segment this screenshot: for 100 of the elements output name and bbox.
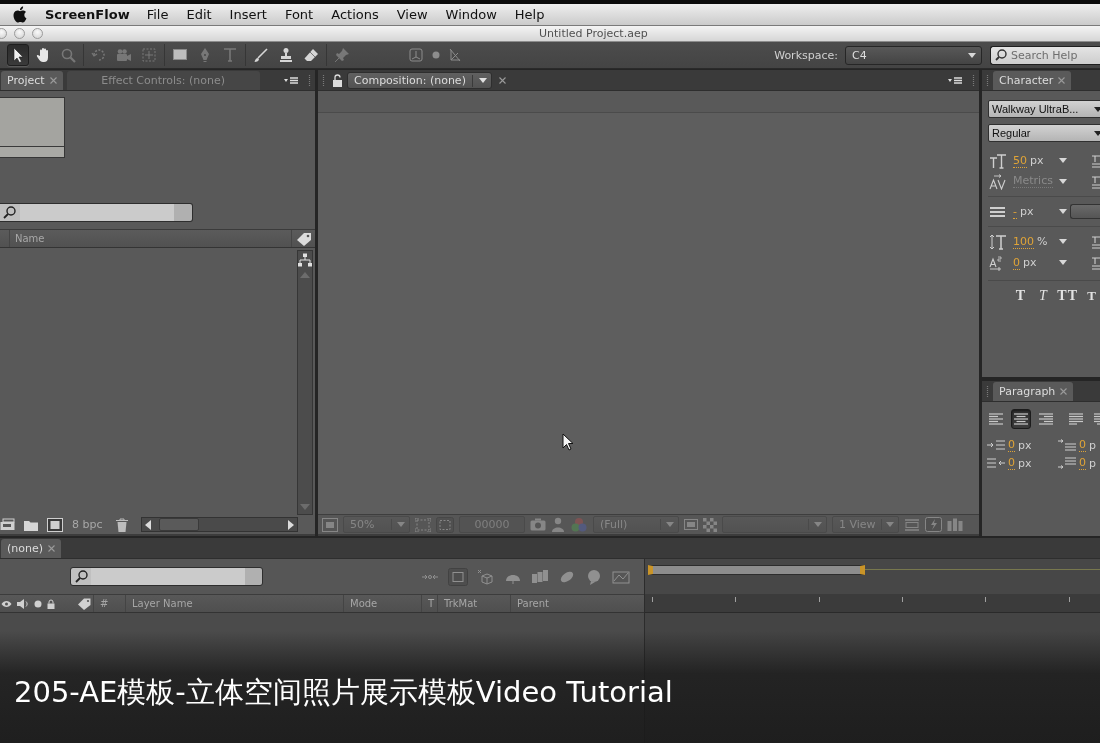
search-field[interactable] (0, 203, 193, 222)
window-control-button[interactable] (14, 28, 25, 39)
speech-bubble-icon[interactable] (585, 568, 603, 585)
work-area-bar[interactable] (648, 565, 865, 575)
column-header[interactable]: Parent (510, 595, 640, 612)
column-header[interactable]: T (421, 595, 437, 612)
speaker-icon[interactable] (17, 598, 29, 609)
caret-down-icon[interactable] (1059, 239, 1067, 244)
column-header[interactable]: Layer Name (125, 595, 343, 612)
folder-icon[interactable] (24, 518, 38, 531)
menu-item[interactable]: File (137, 7, 178, 22)
axis-box-icon[interactable] (409, 48, 423, 62)
eye-icon[interactable] (1, 599, 12, 608)
trash-icon[interactable] (115, 517, 128, 532)
menu-item[interactable]: Font (275, 7, 323, 22)
search-icon (75, 570, 88, 583)
apple-icon[interactable] (12, 6, 27, 23)
menu-item[interactable]: Window (436, 7, 506, 22)
grip-icon[interactable] (308, 73, 311, 88)
caret-down-icon[interactable] (1094, 130, 1100, 136)
workspace-dropdown[interactable]: C4 (845, 45, 982, 65)
lock-icon[interactable] (47, 598, 55, 609)
selection-tool-button[interactable] (7, 44, 29, 66)
left-arrow-icon[interactable] (145, 519, 151, 530)
panel-menu-icon[interactable] (284, 76, 298, 85)
close-icon[interactable] (49, 77, 57, 84)
unit-label: px (1023, 255, 1037, 269)
column-header[interactable]: Name (9, 230, 291, 247)
close-icon[interactable] (1058, 77, 1066, 84)
panel-menu-icon[interactable] (948, 76, 962, 85)
cube-icon[interactable] (477, 568, 495, 585)
menu-item[interactable]: Actions (322, 7, 388, 22)
font-family-dropdown[interactable]: Walkway UltraB... (988, 100, 1100, 118)
grip-icon[interactable] (972, 73, 975, 88)
tray-icon[interactable] (0, 518, 15, 531)
close-icon[interactable] (48, 545, 56, 552)
hierarchy-icon[interactable] (298, 253, 312, 267)
up-arrow-icon[interactable] (300, 272, 310, 278)
right-arrow-icon[interactable] (288, 519, 294, 530)
option-field[interactable] (1070, 204, 1100, 219)
caret-down-icon[interactable] (1059, 179, 1067, 184)
text-lines-icon (1039, 413, 1053, 425)
baseline-shift-value[interactable]: 0 (1013, 256, 1020, 270)
caret-down-icon[interactable] (1094, 106, 1100, 112)
chart-box-icon[interactable] (612, 568, 630, 585)
space-before-value[interactable]: 0 (1079, 438, 1086, 452)
down-arrow-icon[interactable] (300, 504, 310, 510)
panel-tab[interactable]: Paragraph (993, 382, 1074, 401)
tag-icon[interactable] (295, 231, 312, 246)
dot-icon[interactable] (34, 599, 42, 608)
column-header[interactable]: TrkMat (437, 595, 510, 612)
caret-down-icon[interactable] (1059, 209, 1067, 214)
menu-item[interactable]: Help (505, 7, 554, 22)
grip-icon[interactable] (986, 73, 989, 88)
font-style-dropdown[interactable]: Regular (988, 124, 1100, 142)
crossed-axis-icon[interactable] (449, 48, 461, 62)
timeline-tab[interactable]: (none) (1, 539, 62, 558)
column-header[interactable]: # (93, 595, 125, 612)
panel-tab[interactable]: Character (993, 71, 1072, 90)
search-field[interactable]: Search Help (990, 45, 1100, 65)
caret-down-icon[interactable] (1059, 260, 1067, 265)
framed-square-icon[interactable] (47, 517, 63, 532)
column-header[interactable]: Mode (343, 595, 421, 612)
menu-item[interactable]: Edit (177, 7, 221, 22)
vertical-scrollbar[interactable] (297, 250, 313, 515)
scrollbar-thumb[interactable] (159, 518, 199, 531)
space-after-value[interactable]: 0 (1079, 456, 1086, 470)
small-caps-button[interactable]: T (1083, 287, 1100, 305)
caret-down-icon[interactable] (478, 78, 487, 83)
lock-icon[interactable] (332, 74, 343, 87)
menu-item[interactable]: View (387, 7, 437, 22)
caret-down-icon[interactable] (968, 52, 976, 58)
panel-tab[interactable]: Effect Controls: (none) (66, 71, 260, 90)
italic-button[interactable]: T (1034, 287, 1052, 305)
indent-right-value[interactable]: 0 (1008, 456, 1015, 470)
vertical-scale-value[interactable]: 100 (1013, 235, 1034, 249)
app-menu[interactable]: ScreenFlow (45, 7, 130, 22)
window-control-button[interactable] (32, 28, 43, 39)
grip-icon[interactable] (986, 384, 989, 399)
caret-down-icon[interactable] (1059, 158, 1067, 163)
bit-depth-button[interactable]: 8 bpc (72, 518, 103, 531)
indent-left-value[interactable]: 0 (1008, 438, 1015, 452)
grip-icon[interactable] (322, 73, 325, 88)
tag-icon[interactable] (77, 597, 91, 610)
stacked-frames-icon[interactable] (531, 568, 549, 585)
t-lines-icon (1090, 152, 1100, 169)
horizontal-scrollbar[interactable] (141, 517, 298, 532)
search-field[interactable] (70, 567, 263, 586)
close-icon[interactable] (498, 77, 506, 84)
all-caps-button[interactable]: TT (1057, 287, 1078, 305)
font-size-value[interactable]: 50 (1013, 154, 1027, 168)
bold-button[interactable]: T (1012, 287, 1029, 305)
framed-box-icon[interactable] (448, 567, 468, 586)
align-center-button[interactable] (1011, 409, 1031, 429)
dot-icon[interactable] (432, 51, 440, 59)
close-icon[interactable] (1060, 388, 1068, 395)
menu-item[interactable]: Insert (220, 7, 276, 22)
leading-value[interactable]: - (1013, 205, 1017, 219)
panel-tab[interactable]: Project (1, 71, 63, 90)
composition-tab[interactable]: Composition: (none) (347, 72, 492, 89)
